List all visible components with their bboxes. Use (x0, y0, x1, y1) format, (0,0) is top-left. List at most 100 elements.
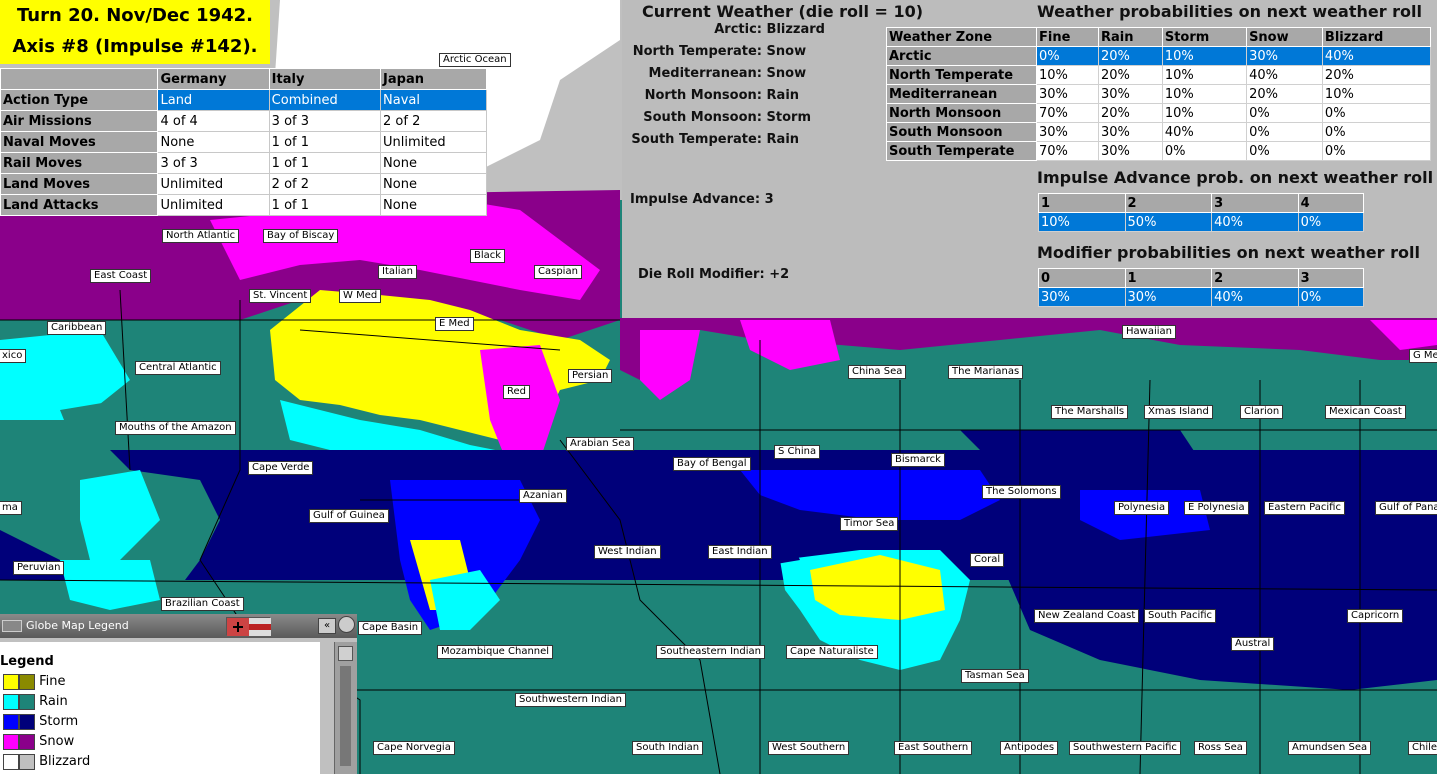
table-row[interactable]: South Temperate 70% 30% 0% 0% 0% (886, 141, 1432, 161)
table-cell[interactable]: 50% (1124, 212, 1213, 232)
sea-area-label[interactable]: G Me (1409, 349, 1437, 363)
table-row[interactable]: Mediterranean 30% 30% 10% 20% 10% (886, 84, 1432, 104)
sea-area-label[interactable]: East Coast (90, 269, 152, 283)
table-cell[interactable]: 2 of 2 (268, 173, 382, 195)
table-cell[interactable]: 4 of 4 (157, 110, 270, 132)
sea-area-label[interactable]: S China (774, 445, 821, 459)
sea-area-label[interactable]: Mouths of the Amazon (115, 421, 236, 435)
sea-area-label[interactable]: Bay of Biscay (263, 229, 339, 243)
table-cell[interactable]: 0% (1161, 141, 1248, 161)
sea-area-label[interactable]: Southwestern Pacific (1069, 741, 1181, 755)
table-cell[interactable]: 0% (1246, 141, 1323, 161)
table-cell[interactable]: 0% (1321, 103, 1432, 123)
sea-area-label[interactable]: ma (0, 501, 22, 515)
table-cell[interactable]: Unlimited (380, 131, 487, 153)
table-cell[interactable]: 20% (1098, 46, 1163, 66)
sea-area-label[interactable]: Clarion (1240, 405, 1284, 419)
sea-area-label[interactable]: West Southern (768, 741, 850, 755)
sea-area-label[interactable]: Southeastern Indian (656, 645, 765, 659)
sea-area-label[interactable]: Eastern Pacific (1264, 501, 1345, 515)
sea-area-label[interactable]: The Marianas (948, 365, 1024, 379)
table-cell[interactable]: None (380, 152, 487, 174)
sea-area-label[interactable]: xico (0, 349, 27, 363)
table-cell[interactable]: None (157, 131, 270, 153)
sea-area-label[interactable]: Azanian (519, 489, 567, 503)
sea-area-label[interactable]: Italian (378, 265, 418, 279)
table-row[interactable]: 30% 30% 40% 0% (1038, 287, 1365, 307)
sea-area-label[interactable]: Cape Basin (358, 621, 423, 635)
table-cell[interactable]: 3 of 3 (157, 152, 270, 174)
table-cell[interactable]: 40% (1211, 287, 1299, 307)
sea-area-label[interactable]: Caspian (534, 265, 582, 279)
table-row[interactable]: Action Type Land Combined Naval (0, 89, 487, 111)
close-icon[interactable] (338, 616, 355, 633)
legend-scrollbar[interactable] (334, 642, 357, 774)
sea-area-label[interactable]: E Polynesia (1184, 501, 1249, 515)
table-cell[interactable]: 2 of 2 (380, 110, 487, 132)
sea-area-label[interactable]: Hawaiian (1122, 325, 1176, 339)
table-cell[interactable]: 0% (1321, 141, 1432, 161)
sea-area-label[interactable]: Amundsen Sea (1288, 741, 1372, 755)
sea-area-label[interactable]: South Indian (632, 741, 704, 755)
sea-area-label[interactable]: The Solomons (982, 485, 1061, 499)
table-cell[interactable]: 0% (1297, 287, 1365, 307)
sea-area-label[interactable]: South Pacific (1144, 609, 1217, 623)
sea-area-label[interactable]: Austral (1231, 637, 1275, 651)
table-cell[interactable]: 70% (1036, 103, 1099, 123)
table-cell[interactable]: 40% (1246, 65, 1323, 85)
sea-area-label[interactable]: Mozambique Channel (437, 645, 554, 659)
table-cell[interactable]: Land (157, 89, 270, 111)
table-cell[interactable]: 1 of 1 (268, 152, 382, 174)
sea-area-label[interactable]: Southwestern Indian (515, 693, 627, 707)
table-cell[interactable]: Naval (380, 89, 487, 111)
table-row[interactable]: Land Moves Unlimited 2 of 2 None (0, 173, 487, 195)
sea-area-label[interactable]: E Med (435, 317, 474, 331)
sea-area-label[interactable]: Cape Verde (248, 461, 314, 475)
globe-map-legend-window[interactable]: Globe Map Legend « Legend Fine Rain Stor… (0, 614, 357, 774)
table-cell[interactable]: 40% (1321, 46, 1432, 66)
sea-area-label[interactable]: Gulf of Guinea (309, 509, 389, 523)
sea-area-label[interactable]: Capricorn (1347, 609, 1404, 623)
sea-area-label[interactable]: Mexican Coast (1325, 405, 1406, 419)
sea-area-label[interactable]: East Indian (708, 545, 772, 559)
table-row[interactable]: Arctic 0% 20% 10% 30% 40% (886, 46, 1432, 66)
sea-area-label[interactable]: New Zealand Coast (1034, 609, 1140, 623)
table-cell[interactable]: 70% (1036, 141, 1099, 161)
sea-area-label[interactable]: Brazilian Coast (161, 597, 244, 611)
sea-area-label[interactable]: Cape Naturaliste (786, 645, 878, 659)
table-cell[interactable]: 30% (1098, 84, 1163, 104)
sea-area-label[interactable]: Ross Sea (1194, 741, 1247, 755)
sea-area-label[interactable]: China Sea (848, 365, 907, 379)
sea-area-label[interactable]: Persian (568, 369, 613, 383)
table-row[interactable]: Land Attacks Unlimited 1 of 1 None (0, 194, 487, 216)
table-row[interactable]: South Monsoon 30% 30% 40% 0% 0% (886, 122, 1432, 142)
table-cell[interactable]: None (380, 194, 487, 216)
table-cell[interactable]: 0% (1036, 46, 1099, 66)
sea-area-label[interactable]: Xmas Island (1144, 405, 1213, 419)
sea-area-label[interactable]: Timor Sea (840, 517, 899, 531)
table-cell[interactable]: 40% (1211, 212, 1299, 232)
table-cell[interactable]: 0% (1297, 212, 1365, 232)
table-cell[interactable]: Unlimited (157, 194, 270, 216)
sea-area-label[interactable]: Antipodes (1000, 741, 1059, 755)
table-cell[interactable]: None (380, 173, 487, 195)
table-cell[interactable]: 1 of 1 (268, 131, 382, 153)
sea-area-label[interactable]: Red (503, 385, 530, 399)
sea-area-label[interactable]: Central Atlantic (135, 361, 221, 375)
table-cell[interactable]: 0% (1246, 103, 1323, 123)
table-cell[interactable]: 30% (1246, 46, 1323, 66)
table-cell[interactable]: 10% (1321, 84, 1432, 104)
table-cell[interactable]: 0% (1321, 122, 1432, 142)
table-row[interactable]: Naval Moves None 1 of 1 Unlimited (0, 131, 487, 153)
sea-area-label[interactable]: Gulf of Pana (1375, 501, 1437, 515)
table-row[interactable]: North Temperate 10% 20% 10% 40% 20% (886, 65, 1432, 85)
table-row[interactable]: 10% 50% 40% 0% (1038, 212, 1365, 232)
sea-area-label[interactable]: Peruvian (13, 561, 65, 575)
table-cell[interactable]: 30% (1124, 287, 1213, 307)
table-cell[interactable]: 10% (1038, 212, 1126, 232)
table-cell[interactable]: Unlimited (157, 173, 270, 195)
sea-area-label[interactable]: Cape Norvegia (373, 741, 455, 755)
table-cell[interactable]: 40% (1161, 122, 1248, 142)
table-cell[interactable]: 30% (1038, 287, 1126, 307)
sea-area-label[interactable]: Caribbean (47, 321, 107, 335)
